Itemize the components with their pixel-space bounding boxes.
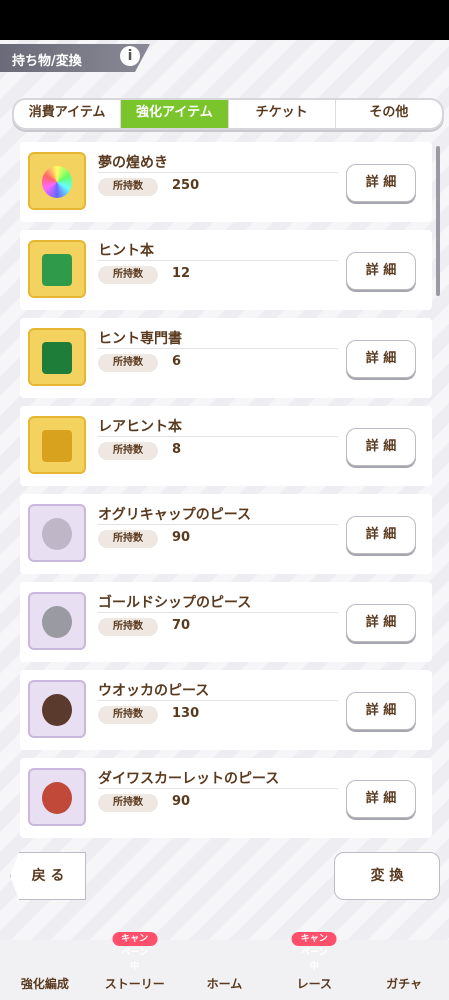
category-tabs: 消費アイテム 強化アイテム チケット その他: [12, 98, 444, 130]
detail-button[interactable]: 詳 細: [346, 692, 416, 730]
nav-label: レース: [296, 977, 332, 991]
bottom-navigation: 強化編成 キャンペーン中 ストーリー ホーム キャンペーン中 レース ガチャ: [0, 932, 449, 1000]
count-label: 所持数: [98, 354, 158, 372]
item-name: ダイワスカーレットのピース: [98, 771, 280, 787]
nav-label: ホーム: [206, 977, 243, 991]
rainbow-gem-icon: [28, 152, 86, 210]
item-name: ウオッカのピース: [98, 683, 210, 699]
nav-item-story[interactable]: キャンペーン中 ストーリー: [90, 932, 180, 1000]
count-value: 90: [172, 794, 191, 809]
count-label: 所持数: [98, 794, 158, 812]
item-list[interactable]: 夢の煌めき 所持数 250 詳 細 ヒント本 所持数 12 詳 細 ヒント専門書…: [20, 142, 432, 842]
list-item: ダイワスカーレットのピース 所持数 90 詳 細: [20, 758, 432, 838]
tab-consumables[interactable]: 消費アイテム: [14, 100, 122, 128]
nav-item-race[interactable]: キャンペーン中 レース: [269, 932, 359, 1000]
count-value: 8: [172, 442, 182, 457]
convert-button[interactable]: 変 換: [334, 852, 440, 900]
nav-label: 強化編成: [20, 977, 69, 991]
detail-button[interactable]: 詳 細: [346, 340, 416, 378]
campaign-badge: キャンペーン中: [112, 932, 158, 972]
list-item: ゴールドシップのピース 所持数 70 詳 細: [20, 582, 432, 662]
count-label: 所持数: [98, 530, 158, 548]
count-value: 90: [172, 530, 191, 545]
tab-other[interactable]: その他: [336, 100, 442, 128]
back-button[interactable]: 戻 る: [10, 852, 86, 900]
count-value: 250: [172, 178, 200, 193]
count-value: 6: [172, 354, 182, 369]
scrollbar[interactable]: [436, 146, 440, 296]
info-icon[interactable]: i: [120, 46, 140, 66]
count-label: 所持数: [98, 618, 158, 636]
count-value: 130: [172, 706, 200, 721]
green-book-icon: [28, 328, 86, 386]
character-piece-icon: [28, 592, 86, 650]
character-piece-icon: [28, 680, 86, 738]
detail-button[interactable]: 詳 細: [346, 428, 416, 466]
list-item: レアヒント本 所持数 8 詳 細: [20, 406, 432, 486]
count-value: 70: [172, 618, 191, 633]
detail-button[interactable]: 詳 細: [346, 516, 416, 554]
count-label: 所持数: [98, 266, 158, 284]
nav-label: ガチャ: [386, 977, 423, 991]
item-name: レアヒント本: [98, 419, 182, 435]
page-title: 持ち物/変換: [12, 54, 82, 69]
green-book-icon: [28, 240, 86, 298]
character-piece-icon: [28, 768, 86, 826]
detail-button[interactable]: 詳 細: [346, 604, 416, 642]
nav-item-enhance[interactable]: 強化編成: [0, 940, 90, 1000]
list-item: ウオッカのピース 所持数 130 詳 細: [20, 670, 432, 750]
count-label: 所持数: [98, 442, 158, 460]
item-name: ヒント専門書: [98, 331, 182, 347]
nav-item-home[interactable]: ホーム: [180, 940, 270, 1000]
list-item: 夢の煌めき 所持数 250 詳 細: [20, 142, 432, 222]
list-item: ヒント本 所持数 12 詳 細: [20, 230, 432, 310]
character-piece-icon: [28, 504, 86, 562]
detail-button[interactable]: 詳 細: [346, 164, 416, 202]
detail-button[interactable]: 詳 細: [346, 780, 416, 818]
nav-label: ストーリー: [104, 977, 165, 991]
gold-book-icon: [28, 416, 86, 474]
list-item: オグリキャップのピース 所持数 90 詳 細: [20, 494, 432, 574]
nav-item-gacha[interactable]: ガチャ: [359, 940, 449, 1000]
tab-enhancement[interactable]: 強化アイテム: [121, 100, 229, 128]
tab-tickets[interactable]: チケット: [229, 100, 336, 128]
list-item: ヒント専門書 所持数 6 詳 細: [20, 318, 432, 398]
item-name: オグリキャップのピース: [98, 507, 252, 523]
item-name: ヒント本: [98, 243, 154, 259]
item-name: 夢の煌めき: [98, 155, 168, 171]
campaign-badge: キャンペーン中: [291, 932, 337, 972]
count-value: 12: [172, 266, 191, 281]
count-label: 所持数: [98, 706, 158, 724]
status-bar: [0, 0, 449, 40]
item-name: ゴールドシップのピース: [98, 595, 252, 611]
detail-button[interactable]: 詳 細: [346, 252, 416, 290]
count-label: 所持数: [98, 178, 158, 196]
